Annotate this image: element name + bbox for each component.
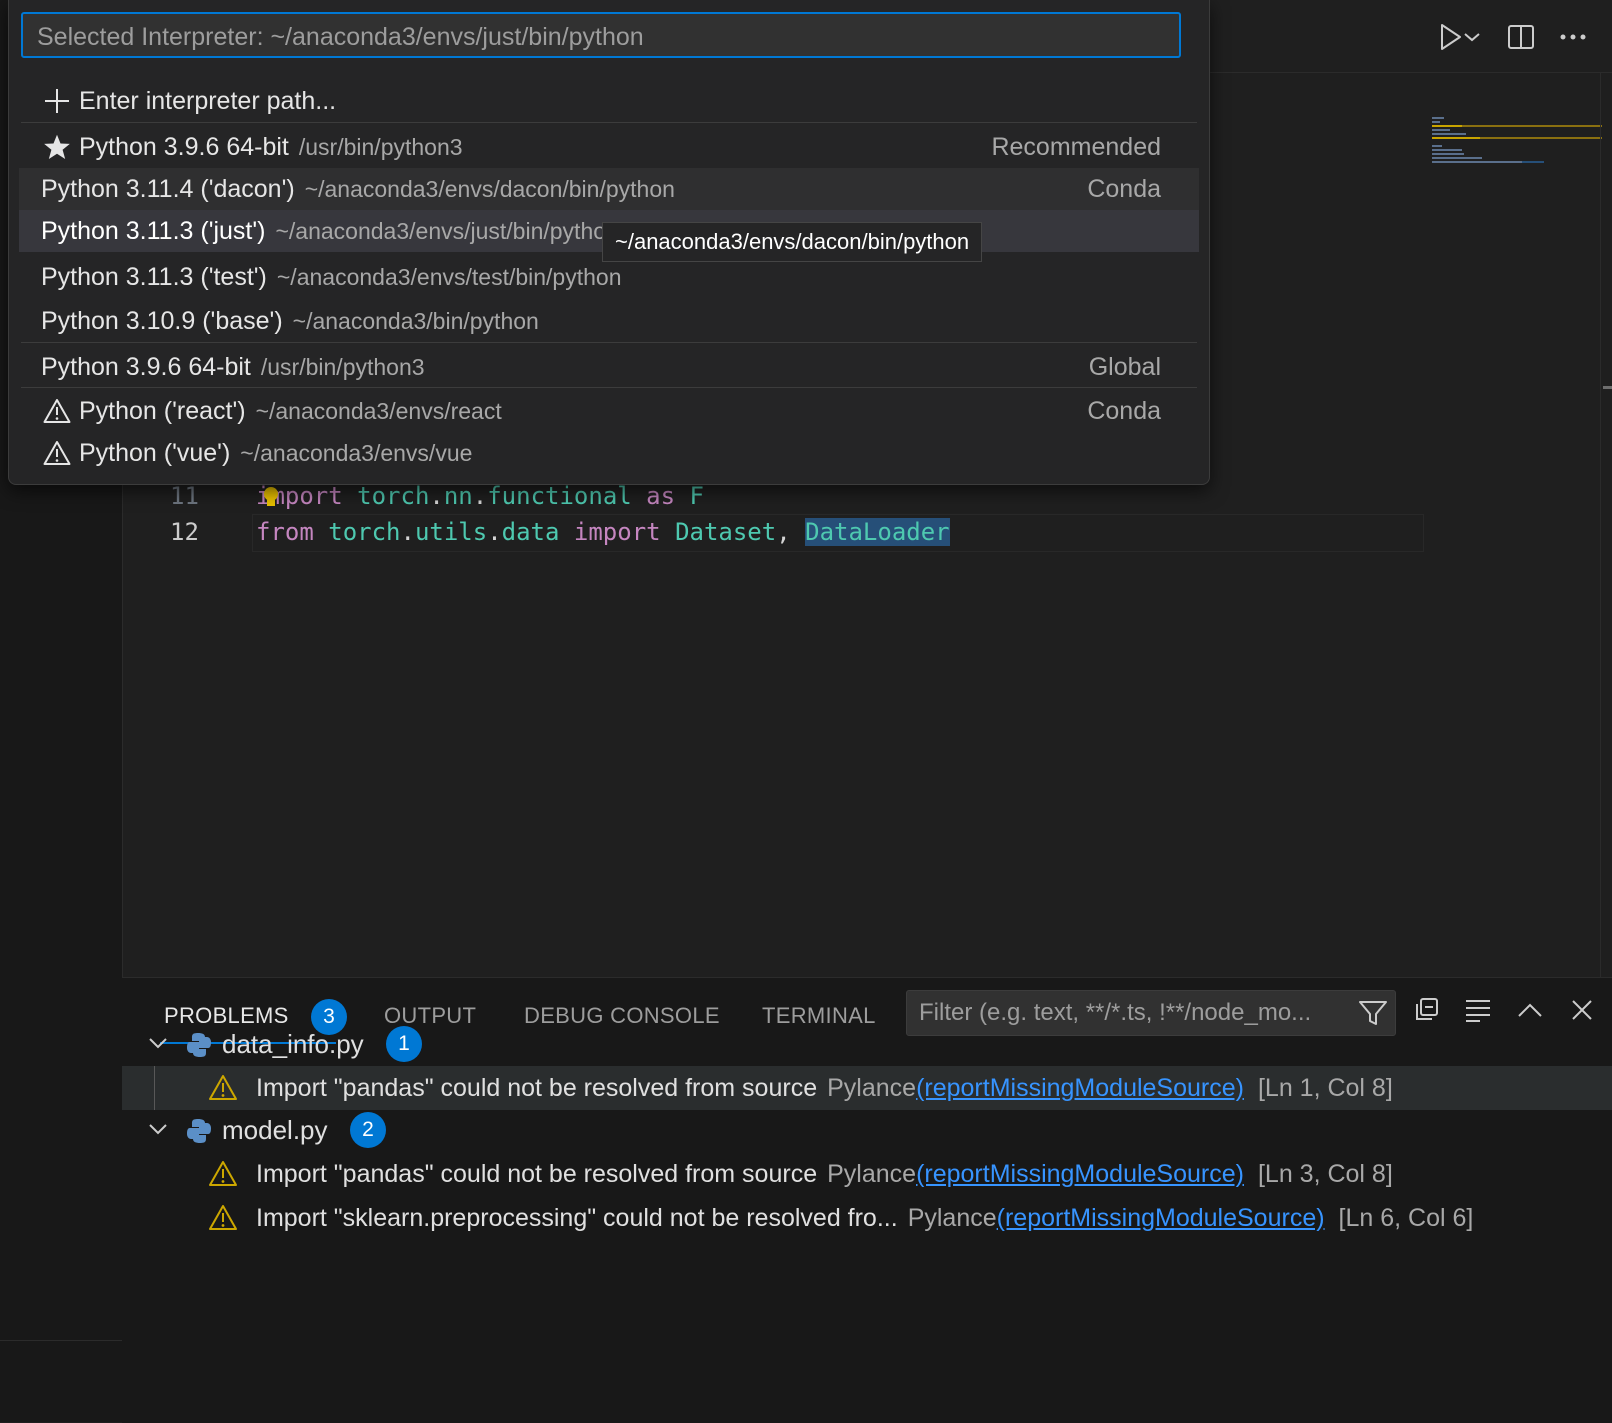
separator	[21, 342, 1197, 343]
problem-source: Pylance	[827, 1074, 917, 1102]
problem-file-group[interactable]: model.py 2	[122, 1108, 1612, 1152]
tree-indent-guide	[154, 1066, 155, 1110]
run-dropdown-chevron-icon[interactable]	[1460, 20, 1484, 54]
editor-toolbar	[1190, 0, 1612, 73]
scrollbar-cursor-marker	[1603, 386, 1612, 389]
problem-message: Import "pandas" could not be resolved fr…	[256, 1074, 818, 1102]
problem-row[interactable]: Import "pandas" could not be resolved fr…	[122, 1066, 1612, 1110]
problem-row[interactable]: Import "sklearn.preprocessing" could not…	[122, 1196, 1612, 1240]
interpreter-item-vue[interactable]: Python ('vue') ~/anaconda3/envs/vue	[19, 432, 1199, 474]
item-label: Python 3.11.4 ('dacon')	[41, 175, 295, 203]
path-tooltip: ~/anaconda3/envs/dacon/bin/python	[602, 222, 983, 262]
interpreter-item-recommended[interactable]: Python 3.9.6 64-bit/usr/bin/python3 Reco…	[19, 126, 1199, 168]
item-description: ~/anaconda3/envs/test/bin/python	[276, 264, 622, 290]
problem-source: Pylance	[827, 1160, 917, 1188]
selected-word: DataLoader	[805, 518, 950, 546]
problem-source: Pylance	[907, 1204, 997, 1232]
interpreter-item-react[interactable]: Python ('react') ~/anaconda3/envs/react C…	[19, 390, 1199, 432]
minimap[interactable]	[1430, 115, 1605, 175]
item-detail: Global	[1088, 353, 1161, 381]
separator	[21, 387, 1197, 388]
item-detail: Conda	[1087, 397, 1161, 425]
item-label: Python 3.9.6 64-bit	[79, 133, 289, 161]
problem-location: [Ln 1, Col 8]	[1257, 1074, 1393, 1102]
item-label: Python ('react')	[79, 397, 246, 425]
interpreter-item-test[interactable]: Python 3.11.3 ('test') ~/anaconda3/envs/t…	[19, 256, 1199, 298]
interpreter-item-dacon[interactable]: Python 3.11.4 ('dacon') ~/anaconda3/envs/…	[19, 168, 1199, 210]
item-description: ~/anaconda3/envs/vue	[240, 440, 473, 466]
problem-message: Import "sklearn.preprocessing" could not…	[256, 1204, 898, 1232]
item-description: ~/anaconda3/envs/just/bin/python	[275, 218, 619, 244]
code-text[interactable]: from torch.utils.data import Dataset, Da…	[256, 514, 950, 550]
sidebar-divider	[0, 1340, 122, 1341]
item-detail: Conda	[1087, 175, 1161, 203]
warning-icon	[208, 1196, 238, 1254]
problem-location: [Ln 6, Col 6]	[1338, 1204, 1474, 1232]
item-label: Enter interpreter path...	[79, 87, 337, 115]
problem-code-link[interactable]: (reportMissingModuleSource)	[997, 1204, 1325, 1232]
editor-scrollbar-track[interactable]	[1600, 72, 1601, 977]
item-description: ~/anaconda3/bin/python	[292, 308, 539, 334]
bottom-panel: PROBLEMS 3 OUTPUT DEBUG CONSOLE TERMINAL…	[122, 977, 1612, 1423]
more-actions-icon[interactable]	[1556, 20, 1590, 54]
problem-message: Import "pandas" could not be resolved fr…	[256, 1160, 818, 1188]
line-number: 12	[170, 518, 199, 546]
item-label: Python 3.11.3 ('test')	[41, 263, 267, 291]
file-problem-count-badge: 1	[386, 1026, 422, 1062]
problem-row[interactable]: Import "pandas" could not be resolved fr…	[122, 1152, 1612, 1196]
item-description: ~/anaconda3/envs/react	[255, 398, 502, 424]
file-problem-count-badge: 2	[350, 1112, 386, 1148]
item-label: Python 3.11.3 ('just')	[41, 217, 266, 245]
problem-code-link[interactable]: (reportMissingModuleSource)	[916, 1074, 1244, 1102]
file-name: model.py	[222, 1115, 328, 1145]
file-name: data_info.py	[222, 1029, 364, 1059]
add-icon	[41, 80, 73, 122]
interpreter-item-global[interactable]: Python 3.9.6 64-bit/usr/bin/python3 Glob…	[19, 346, 1199, 388]
code-line-12[interactable]: 12 from torch.utils.data import Dataset,…	[122, 514, 1422, 550]
item-label: Python ('vue')	[79, 439, 231, 467]
problem-location: [Ln 3, Col 8]	[1257, 1160, 1393, 1188]
warning-icon	[41, 432, 73, 474]
item-label: Python 3.9.6 64-bit	[41, 353, 251, 381]
item-description: /usr/bin/python3	[298, 134, 463, 160]
interpreter-item-base[interactable]: Python 3.10.9 ('base') ~/anaconda3/bin/py…	[19, 300, 1199, 342]
problem-code-link[interactable]: (reportMissingModuleSource)	[916, 1160, 1244, 1188]
interpreter-search-input[interactable]: Selected Interpreter: ~/anaconda3/envs/j…	[21, 12, 1181, 58]
warning-icon	[41, 390, 73, 432]
separator	[21, 122, 1197, 123]
item-label: Python 3.10.9 ('base')	[41, 307, 283, 335]
split-editor-icon[interactable]	[1504, 20, 1538, 54]
problem-file-group[interactable]: data_info.py 1	[122, 1022, 1612, 1066]
enter-interpreter-path-item[interactable]: Enter interpreter path...	[19, 80, 1199, 122]
star-icon	[41, 126, 73, 168]
item-description: /usr/bin/python3	[260, 354, 425, 380]
item-description: ~/anaconda3/envs/dacon/bin/python	[304, 176, 675, 202]
item-detail: Recommended	[991, 133, 1161, 161]
lightbulb-icon[interactable]	[262, 486, 280, 508]
